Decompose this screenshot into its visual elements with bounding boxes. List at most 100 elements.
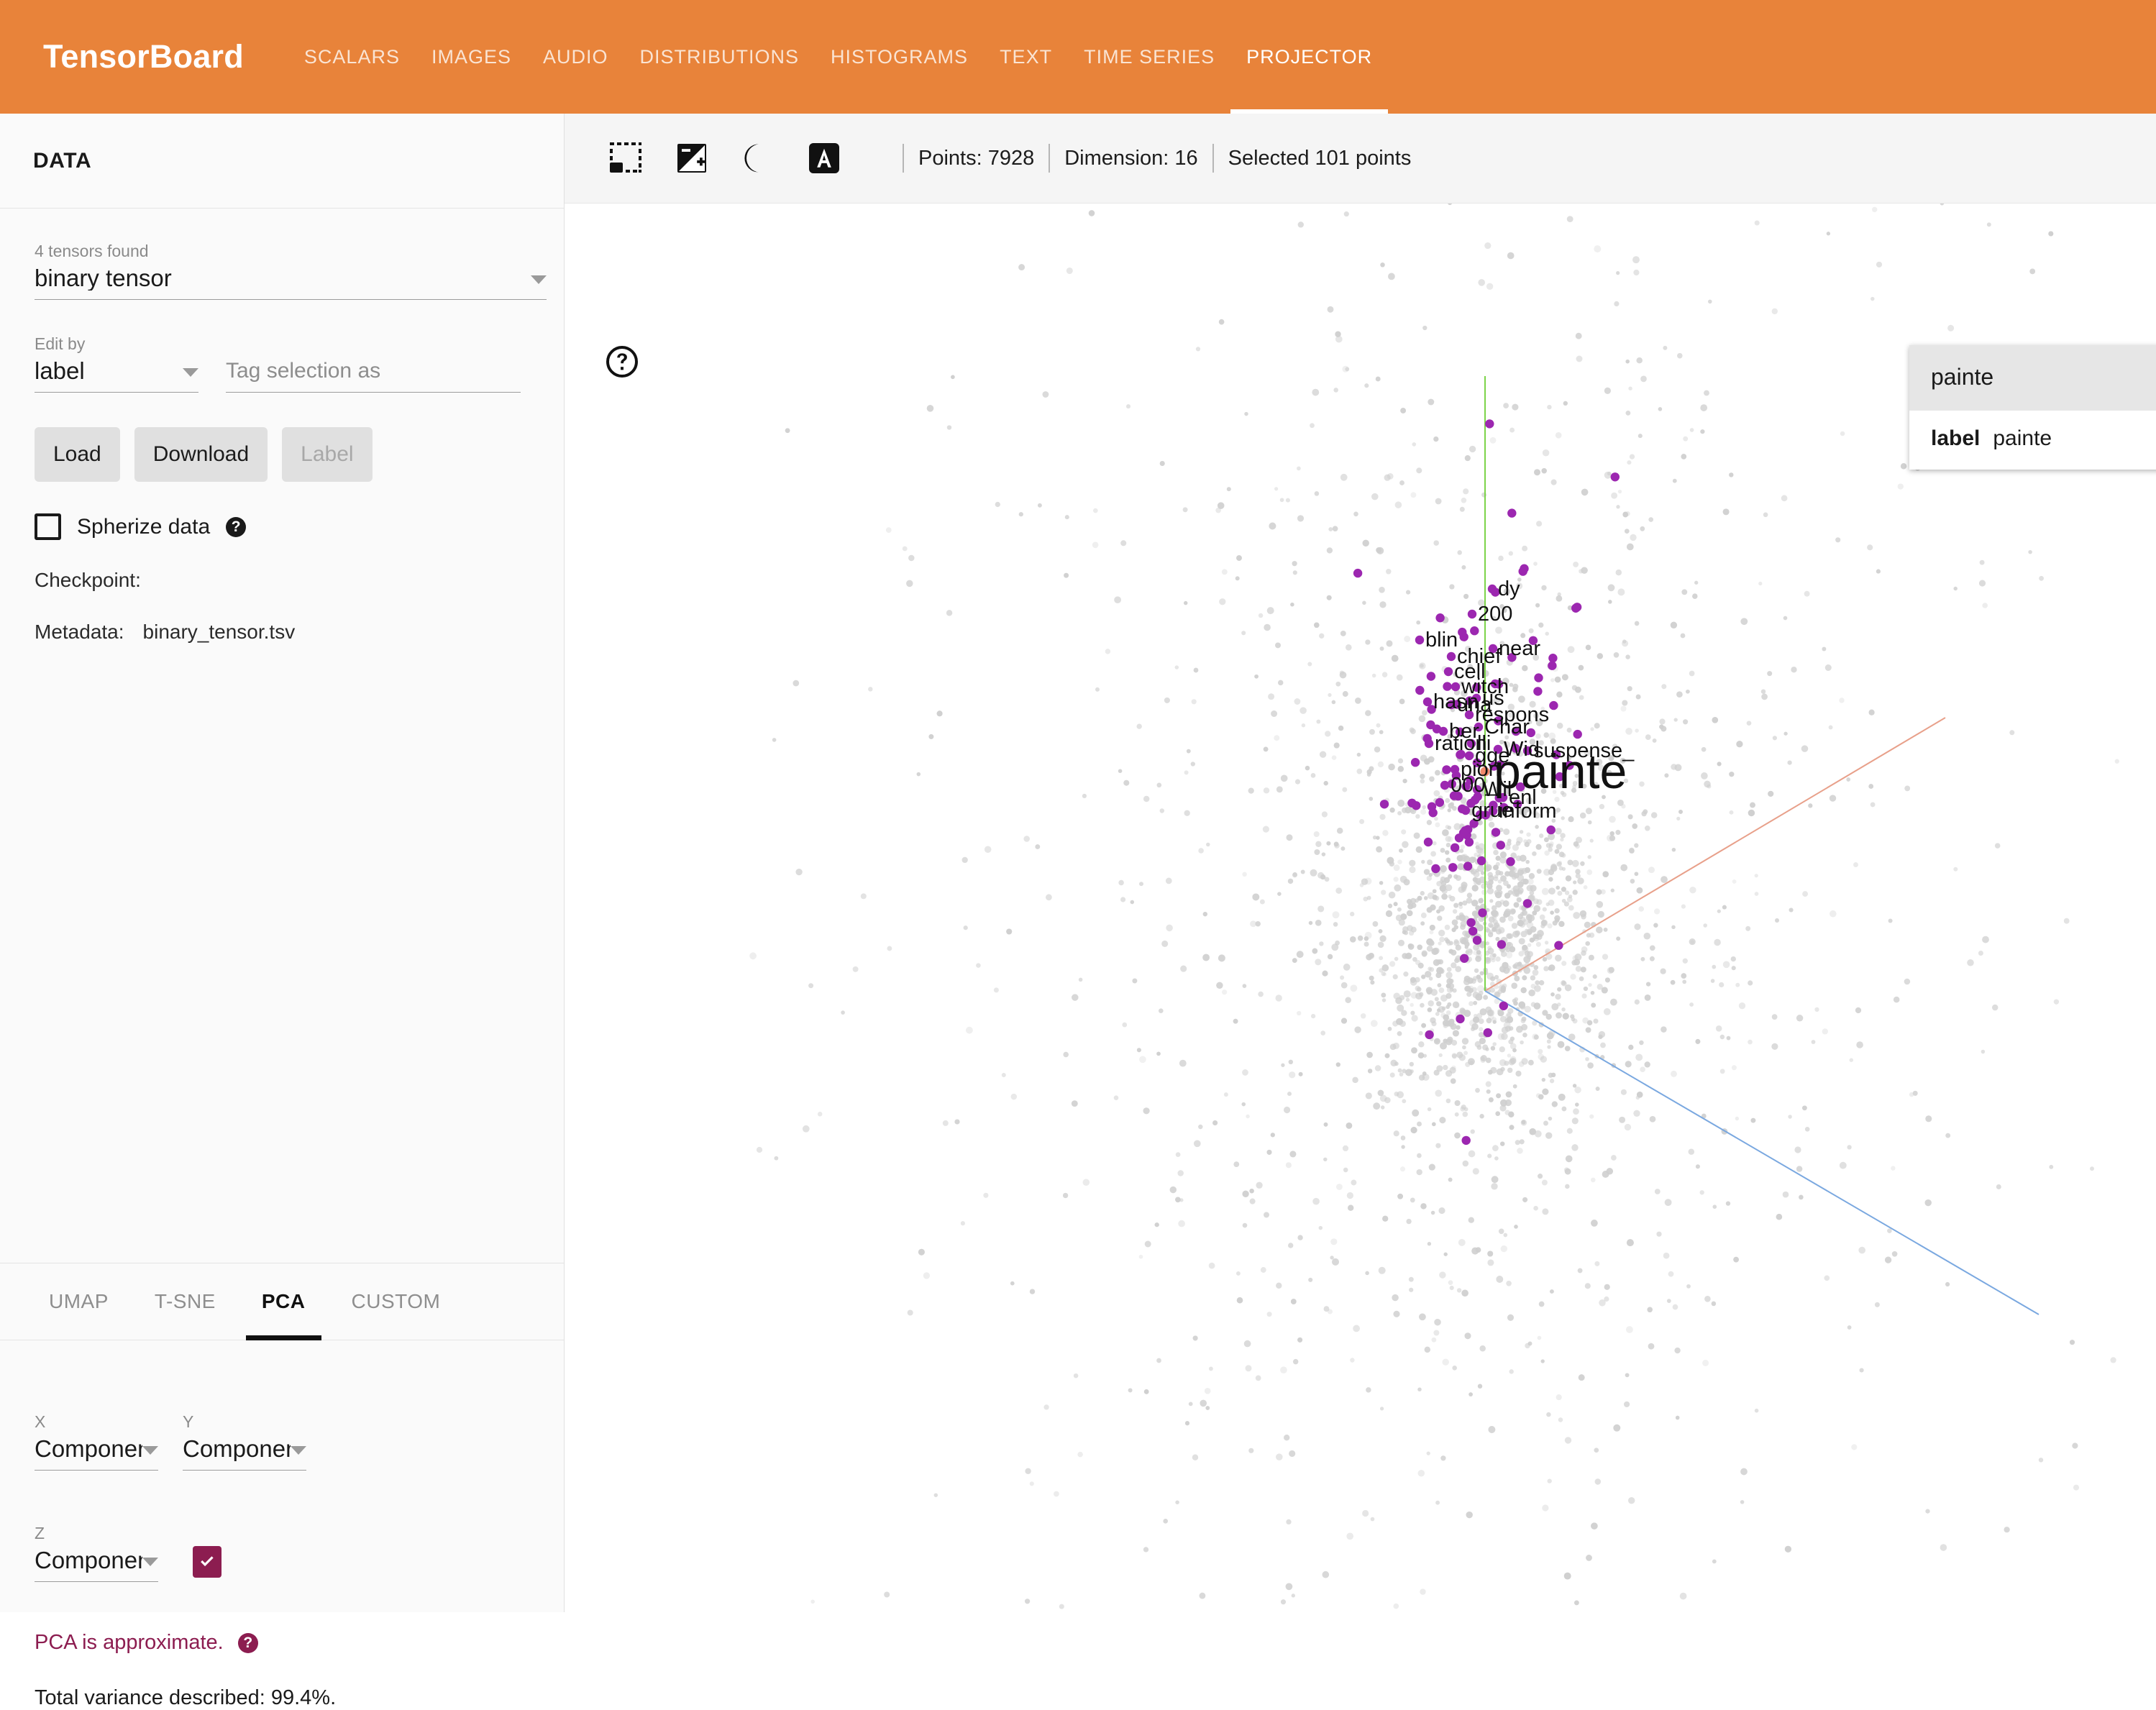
app-brand-title: TensorBoard	[43, 38, 244, 76]
selected-point	[1427, 672, 1435, 680]
selected-point	[1523, 899, 1532, 907]
checkpoint-row: Checkpoint:	[35, 569, 528, 592]
nav-tab-projector[interactable]: PROJECTOR	[1230, 0, 1388, 114]
selected-point	[1415, 686, 1424, 695]
load-button[interactable]: Load	[35, 427, 120, 482]
labeled-point	[1473, 785, 1481, 794]
selected-point	[1460, 954, 1468, 963]
label-visibility-icon[interactable]	[805, 139, 844, 178]
data-action-buttons: Load Download Label	[35, 427, 528, 482]
tag-selection-field	[226, 359, 521, 393]
labeled-point	[1499, 793, 1507, 802]
edit-by-select[interactable]: label	[35, 359, 198, 393]
z-component-row: Z Component #3	[35, 1524, 529, 1582]
edit-by-caption: Edit by	[35, 334, 198, 355]
selected-point	[1353, 569, 1362, 577]
selected-point	[1463, 861, 1472, 870]
labeled-point	[1451, 682, 1460, 691]
labeled-point	[1451, 765, 1459, 774]
checkpoint-key: Checkpoint:	[35, 569, 141, 592]
z-axis	[1485, 991, 2039, 1314]
tag-selection-input[interactable]	[226, 359, 521, 393]
selected-point	[1548, 654, 1557, 662]
x-caption: X	[35, 1412, 158, 1432]
nav-tab-histograms[interactable]: HISTOGRAMS	[815, 0, 984, 114]
labeled-point	[1447, 700, 1456, 709]
labeled-point	[1439, 727, 1448, 736]
tensor-select[interactable]: binary tensor	[35, 266, 547, 301]
data-panel-header: DATA	[0, 114, 564, 209]
projector-main: Points: 7928 Dimension: 16 Selected 101 …	[565, 114, 2156, 1612]
selected-point	[1424, 838, 1433, 846]
night-mode-icon[interactable]	[739, 139, 777, 178]
nav-tab-text[interactable]: TEXT	[984, 0, 1068, 114]
chevron-down-icon	[183, 368, 198, 377]
projection-tab-t-sne[interactable]: T-SNE	[139, 1263, 232, 1340]
projection-settings: X Component #1 Y Component #2 Z Componen…	[0, 1340, 564, 1710]
xy-component-row: X Component #1 Y Component #2	[35, 1412, 529, 1471]
selected-point	[1435, 798, 1444, 807]
tensor-field: 4 tensors found binary tensor	[35, 242, 528, 300]
nav-tab-images[interactable]: IMAGES	[416, 0, 527, 114]
pca-approximate-text: PCA is approximate.	[35, 1631, 224, 1655]
selected-point	[1494, 680, 1503, 688]
selected-point	[1473, 936, 1481, 944]
select-tool-icon[interactable]	[606, 139, 645, 178]
selected-point	[1499, 1002, 1508, 1010]
labeled-point	[1465, 751, 1474, 760]
labeled-point	[1468, 610, 1476, 618]
help-icon[interactable]: ?	[238, 1633, 258, 1653]
download-button[interactable]: Download	[134, 427, 268, 482]
selected-point	[1411, 758, 1420, 767]
z-enable-checkbox[interactable]	[193, 1546, 221, 1578]
projection-tab-custom[interactable]: CUSTOM	[336, 1263, 457, 1340]
selected-point	[1527, 728, 1535, 737]
exposure-icon[interactable]	[672, 139, 711, 178]
pca-approximate-row: PCA is approximate. ?	[35, 1631, 529, 1655]
nav-tab-scalars[interactable]: SCALARS	[288, 0, 416, 114]
selected-point	[1456, 1015, 1464, 1023]
label-button[interactable]: Label	[282, 427, 372, 482]
nav-tab-audio[interactable]: AUDIO	[527, 0, 624, 114]
chevron-down-icon	[291, 1446, 306, 1455]
labeled-point	[1494, 745, 1502, 754]
selected-point	[1443, 682, 1451, 690]
labeled-point	[1488, 585, 1497, 593]
selected-point	[1547, 826, 1556, 834]
selected-point	[1497, 841, 1505, 849]
x-axis	[1485, 718, 1945, 991]
projector-canvas[interactable]: dy200blinnearchiefcellwitchhasnusunaresp…	[565, 204, 2156, 1611]
selected-point	[1476, 810, 1484, 819]
divider	[1049, 144, 1050, 173]
selected-point	[1534, 673, 1543, 682]
y-component-select[interactable]: Component #2	[183, 1437, 306, 1471]
selected-point	[1484, 1028, 1492, 1037]
selected-point	[1461, 782, 1470, 790]
hover-card-value: painte	[1993, 426, 2052, 451]
metadata-row: Metadata: binary_tensor.tsv	[35, 621, 528, 644]
selected-point	[1442, 765, 1451, 774]
inspector-stats: Points: 7928 Dimension: 16 Selected 101 …	[888, 144, 1411, 173]
spherize-checkbox[interactable]	[35, 513, 61, 540]
x-component-select[interactable]: Component #1	[35, 1437, 158, 1471]
selected-point	[1427, 705, 1435, 713]
dimension-count: Dimension: 16	[1064, 147, 1197, 170]
labeled-point	[1489, 807, 1497, 815]
selected-point	[1478, 908, 1486, 917]
nav-tab-distributions[interactable]: DISTRIBUTIONS	[624, 0, 816, 114]
help-icon[interactable]: ?	[226, 517, 246, 537]
nav-tab-time-series[interactable]: TIME SERIES	[1068, 0, 1230, 114]
projection-tab-pca[interactable]: PCA	[246, 1263, 321, 1340]
selected-point	[1611, 472, 1620, 481]
hover-card-metadata-row: label painte	[1909, 411, 2156, 470]
z-component-select[interactable]: Component #3	[35, 1548, 158, 1583]
selected-point	[1529, 636, 1538, 645]
selected-point	[1549, 701, 1558, 710]
selected-point	[1506, 857, 1515, 866]
selected-point	[1512, 727, 1520, 736]
z-component-field: Z Component #3	[35, 1524, 158, 1582]
y-component-field: Y Component #2	[183, 1412, 306, 1471]
edit-by-row: Edit by label	[35, 334, 528, 393]
selected-point	[1516, 782, 1525, 791]
projection-tab-umap[interactable]: UMAP	[33, 1263, 124, 1340]
